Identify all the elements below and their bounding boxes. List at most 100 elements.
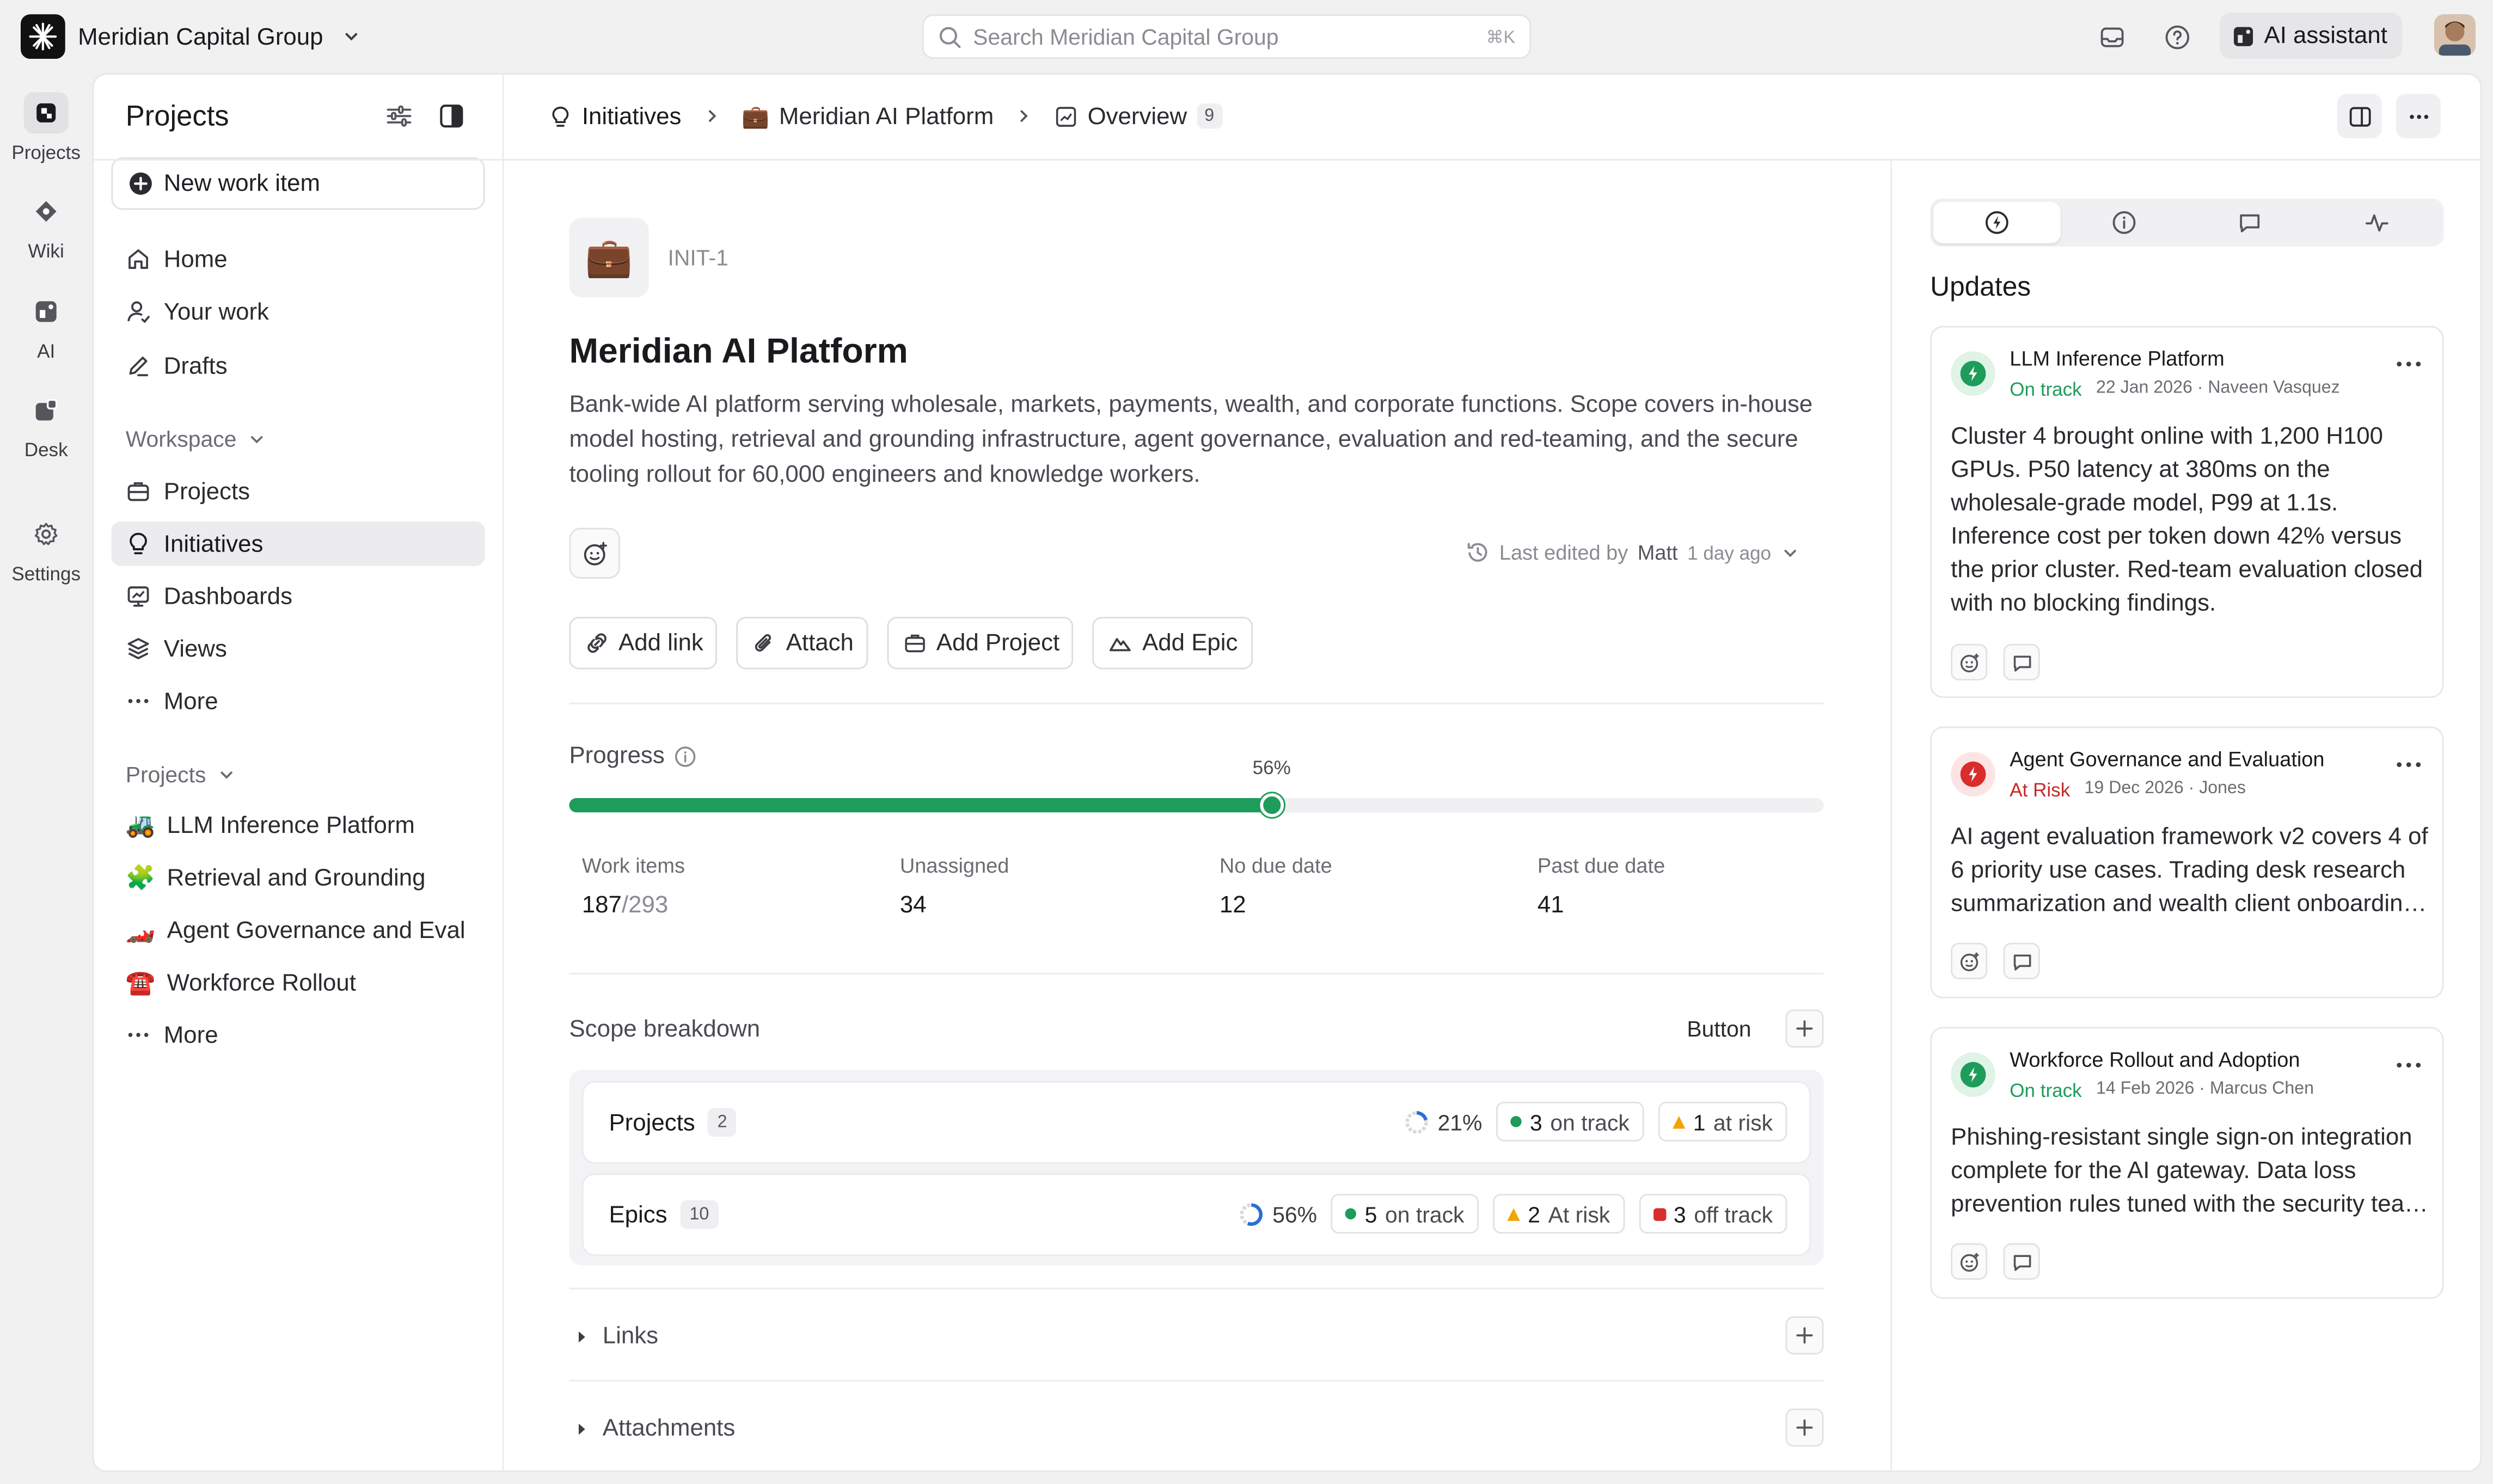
- sidebar-project-llm-inference[interactable]: 🚜 LLM Inference Platform: [111, 803, 485, 848]
- add-epic-button[interactable]: Add Epic: [1093, 617, 1252, 670]
- breadcrumb-overview[interactable]: Overview 9: [1054, 102, 1222, 130]
- sidebar-item-initiatives[interactable]: Initiatives: [111, 521, 485, 566]
- sidebar-item-your-work[interactable]: Your work: [111, 289, 485, 334]
- add-reaction-button[interactable]: [1951, 1243, 1988, 1280]
- sidebar-item-projects[interactable]: Projects: [111, 469, 485, 513]
- help-icon[interactable]: [2161, 21, 2192, 52]
- more-options-button[interactable]: [2396, 94, 2441, 139]
- info-icon[interactable]: [674, 745, 696, 767]
- rail-item-wiki[interactable]: Wiki: [0, 191, 92, 262]
- panel-toggle-icon[interactable]: [437, 102, 466, 131]
- card-more-icon[interactable]: [2394, 760, 2423, 770]
- update-card[interactable]: LLM Inference Platform On track 22 Jan 2…: [1930, 326, 2444, 698]
- add-reaction-button[interactable]: [1951, 942, 1988, 979]
- smiley-plus-icon: [581, 539, 608, 567]
- progress-title: Progress: [569, 742, 665, 770]
- on-track-pill[interactable]: 5 on track: [1331, 1194, 1479, 1234]
- reply-button[interactable]: [2003, 1243, 2040, 1280]
- projects-section-header[interactable]: Projects: [126, 762, 235, 787]
- chart-icon: [1054, 104, 1078, 128]
- stat-no-due-date[interactable]: No due date 12: [1220, 854, 1332, 919]
- page-title[interactable]: Meridian AI Platform: [569, 330, 908, 372]
- link-icon: [585, 631, 609, 655]
- on-track-pill[interactable]: 3 on track: [1496, 1101, 1644, 1142]
- update-card[interactable]: Workforce Rollout and Adoption On track …: [1930, 1027, 2444, 1299]
- rail-item-desk[interactable]: Desk: [0, 389, 92, 461]
- app-window: Meridian Capital Group Search Meridian C…: [0, 0, 2493, 1483]
- filter-icon[interactable]: [385, 102, 414, 131]
- tab-activity[interactable]: [2314, 202, 2441, 243]
- initiative-description[interactable]: Bank-wide AI platform serving wholesale,…: [569, 388, 1825, 493]
- tab-info[interactable]: [2060, 202, 2187, 243]
- sidebar-item-home[interactable]: Home: [111, 237, 485, 281]
- off-track-pill[interactable]: 3 off track: [1638, 1194, 1787, 1234]
- progress-ring: 21%: [1404, 1109, 1482, 1135]
- sidebar-item-label: LLM Inference Platform: [167, 811, 415, 839]
- at-risk-pill[interactable]: 1 at risk: [1658, 1101, 1787, 1142]
- workspace-section-header[interactable]: Workspace: [126, 426, 265, 451]
- scope-row-count: 10: [679, 1200, 719, 1229]
- work-items-total: /293: [621, 892, 669, 919]
- stat-work-items[interactable]: Work items 187/293: [582, 854, 685, 919]
- attachments-section-toggle[interactable]: Attachments: [575, 1415, 735, 1442]
- rail-item-label: Projects: [11, 141, 81, 164]
- add-project-label: Add Project: [936, 629, 1060, 657]
- sidebar-project-workforce[interactable]: ☎️ Workforce Rollout: [111, 960, 485, 1005]
- ai-icon: [2232, 24, 2255, 47]
- work-items-done: 187: [581, 892, 622, 919]
- rail-item-settings[interactable]: Settings: [0, 513, 92, 585]
- scope-button[interactable]: Button: [1687, 1016, 1751, 1041]
- org-switcher[interactable]: Meridian Capital Group: [20, 14, 362, 59]
- add-reaction-button[interactable]: [569, 528, 620, 579]
- rail-item-label: Wiki: [28, 240, 64, 262]
- sidebar-project-more[interactable]: More: [111, 1013, 485, 1057]
- at-risk-pill[interactable]: 2 At risk: [1493, 1194, 1625, 1234]
- tab-comments[interactable]: [2187, 202, 2314, 243]
- progress-label: Progress: [569, 742, 696, 770]
- tab-updates[interactable]: [1933, 201, 2060, 243]
- reply-button[interactable]: [2003, 942, 2040, 979]
- last-edited-info[interactable]: Last edited by Matt 1 day ago: [1466, 541, 1799, 565]
- pill-count: 2: [1528, 1201, 1541, 1227]
- progress-handle[interactable]: [1259, 793, 1284, 818]
- avatar[interactable]: [2434, 14, 2476, 56]
- search-input[interactable]: Search Meridian Capital Group ⌘K: [922, 14, 1532, 59]
- attach-button[interactable]: Attach: [737, 617, 868, 670]
- scope-add-button[interactable]: [1785, 1009, 1824, 1048]
- sidebar-project-retrieval[interactable]: 🧩 Retrieval and Grounding: [111, 855, 485, 900]
- initiative-icon[interactable]: 💼: [569, 218, 649, 298]
- sidebar-item-views[interactable]: Views: [111, 627, 485, 671]
- links-section-toggle[interactable]: Links: [575, 1323, 658, 1350]
- sidebar-item-drafts[interactable]: Drafts: [111, 344, 485, 388]
- inbox-icon[interactable]: [2096, 21, 2127, 52]
- sidebar-project-agent-governance[interactable]: 🏎️ Agent Governance and Eval: [111, 907, 485, 952]
- card-more-icon[interactable]: [2394, 359, 2423, 369]
- rail-item-projects[interactable]: Projects: [0, 92, 92, 164]
- layers-icon: [126, 636, 151, 661]
- scope-row-epics[interactable]: Epics 10 56% 5 on track 2 At risk 3 off tra…: [583, 1175, 1810, 1255]
- add-reaction-button[interactable]: [1951, 643, 1988, 680]
- add-project-button[interactable]: Add Project: [887, 617, 1074, 670]
- new-work-item-button[interactable]: New work item: [111, 157, 485, 210]
- breadcrumb-initiatives[interactable]: Initiatives: [548, 102, 681, 130]
- add-attachment-plus-button[interactable]: [1785, 1408, 1824, 1447]
- toggle-details-panel-button[interactable]: [2337, 94, 2382, 139]
- progress-fill: [569, 798, 1272, 813]
- update-card-body: Cluster 4 brought online with 1,200 H100…: [1951, 422, 2423, 617]
- rail-item-ai[interactable]: AI: [0, 291, 92, 363]
- ai-assistant-button[interactable]: AI assistant: [2219, 13, 2402, 59]
- card-more-icon[interactable]: [2394, 1060, 2423, 1070]
- update-card-actions: [1951, 643, 2040, 680]
- breadcrumb-platform[interactable]: 💼 Meridian AI Platform: [742, 102, 994, 130]
- scope-row-projects[interactable]: Projects 2 21% 3 on track 1 at risk: [583, 1082, 1810, 1162]
- stat-unassigned[interactable]: Unassigned 34: [900, 854, 1009, 919]
- add-link-plus-button[interactable]: [1785, 1316, 1824, 1355]
- sidebar-item-more[interactable]: More: [111, 679, 485, 723]
- add-link-button[interactable]: Add link: [569, 617, 718, 670]
- sidebar-item-dashboards[interactable]: Dashboards: [111, 574, 485, 618]
- scope-breakdown-title: Scope breakdown: [569, 1016, 761, 1043]
- stat-past-due-date[interactable]: Past due date 41: [1538, 854, 1665, 919]
- reply-button[interactable]: [2003, 643, 2040, 680]
- update-card[interactable]: Agent Governance and Evaluation At Risk …: [1930, 726, 2444, 998]
- scope-row-count: 2: [708, 1108, 737, 1137]
